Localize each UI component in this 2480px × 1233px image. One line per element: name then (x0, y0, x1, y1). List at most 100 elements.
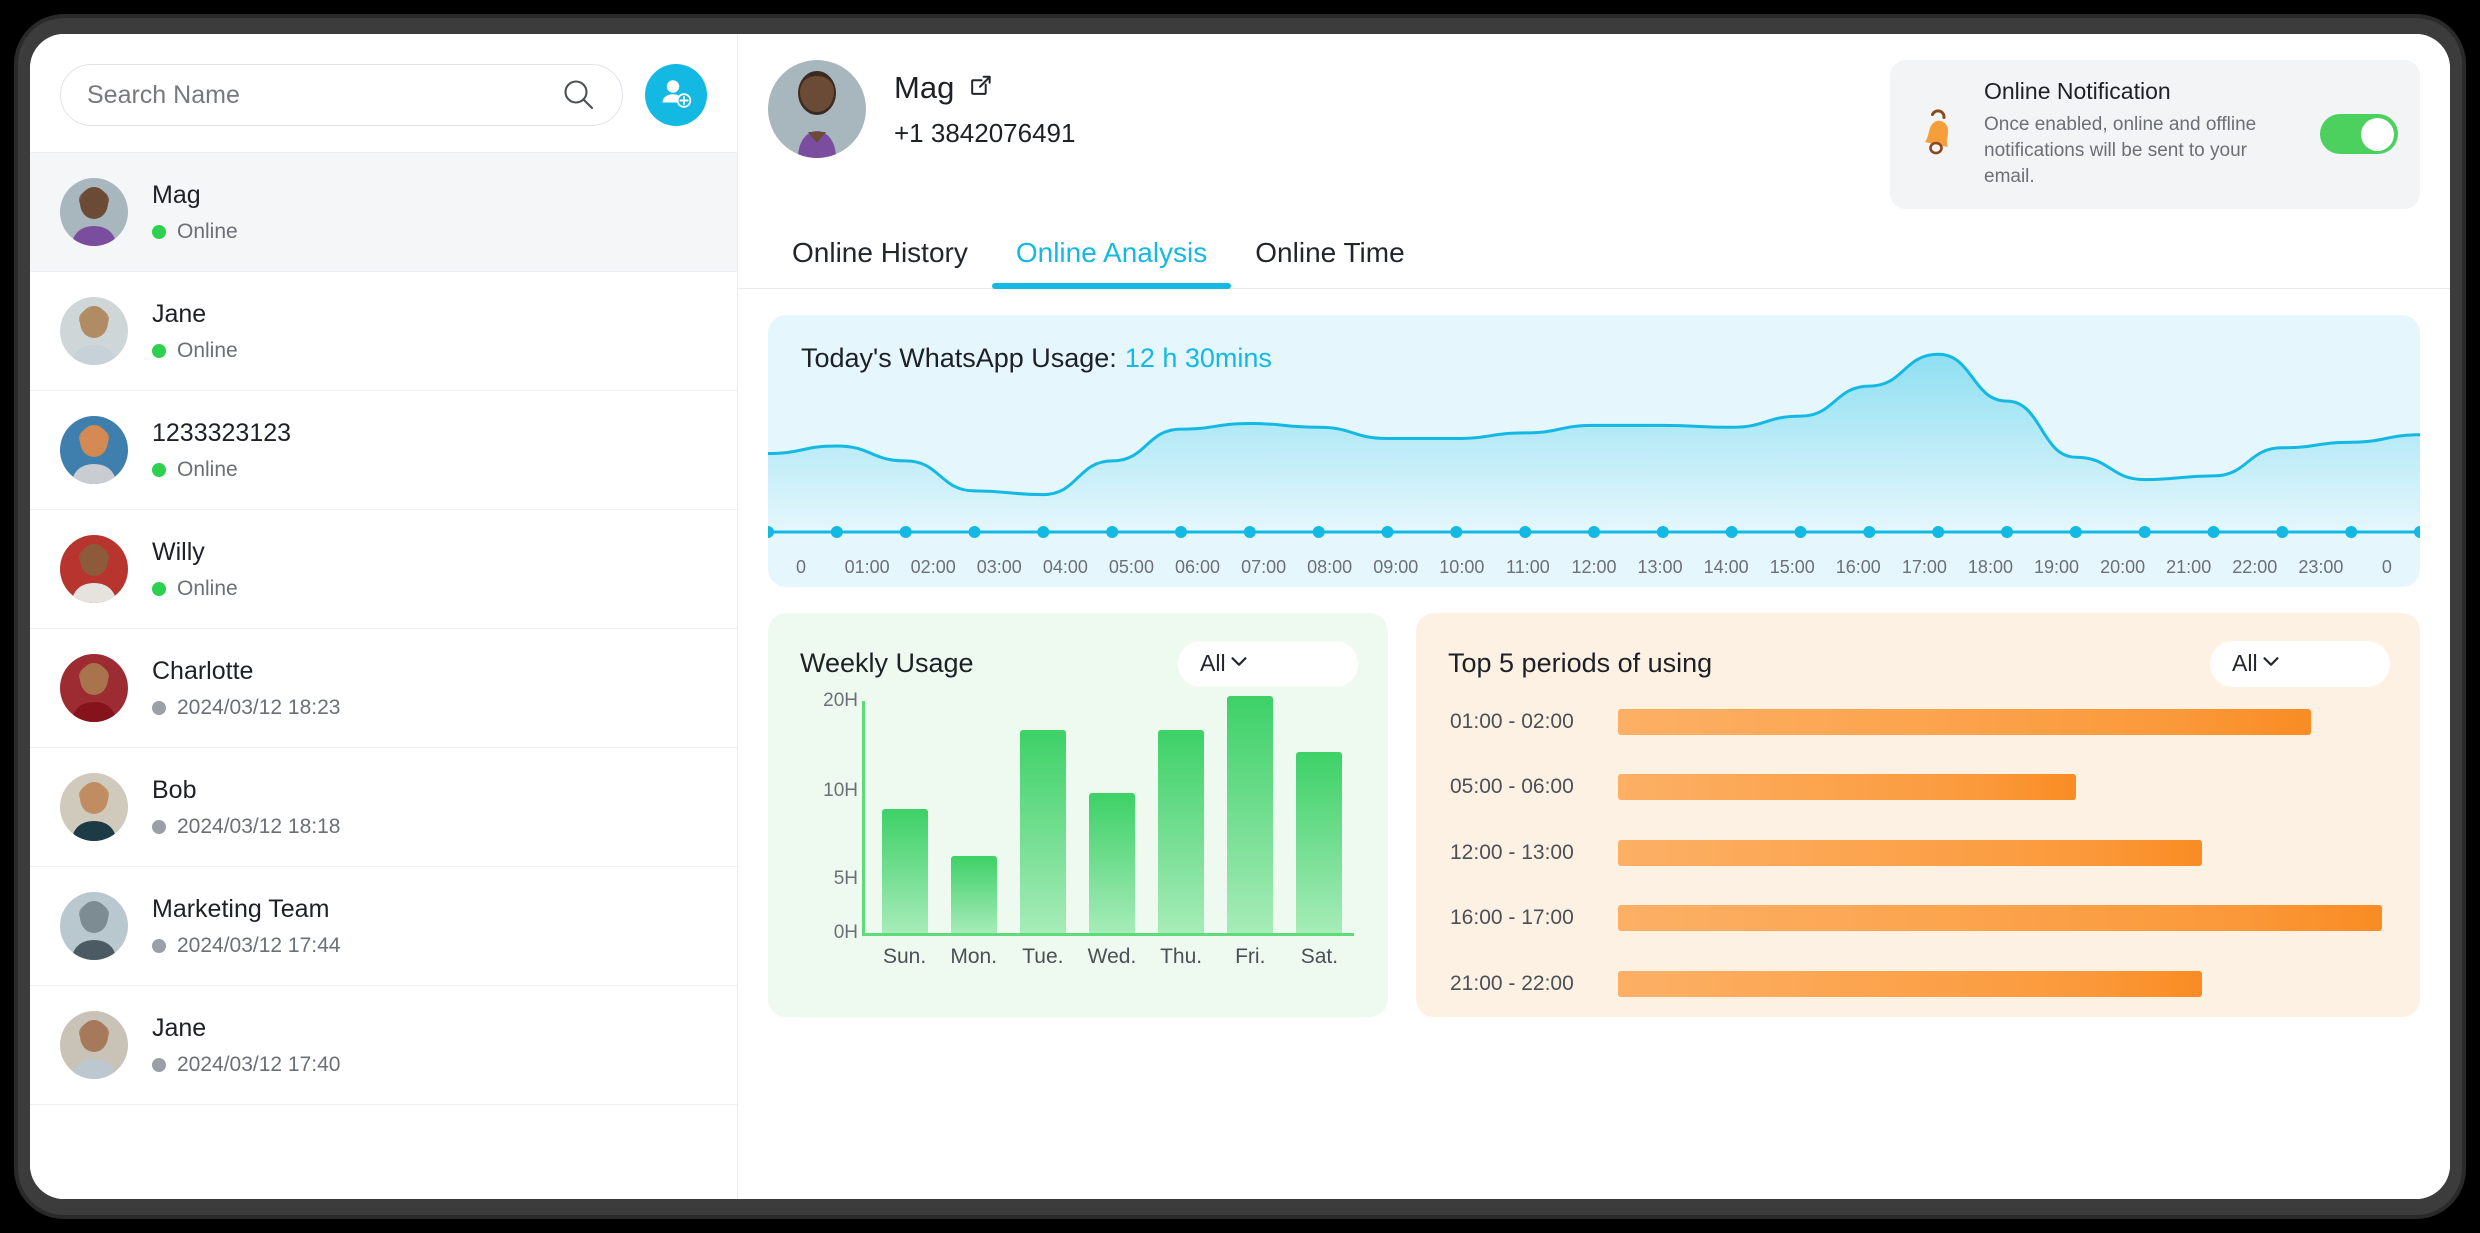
top5-bar (1618, 970, 2203, 997)
area-tick-label: 12:00 (1571, 556, 1617, 577)
weekly-bar-item[interactable] (1150, 729, 1212, 933)
tab-online-time[interactable]: Online Time (1231, 223, 1428, 288)
top5-filter-select[interactable]: All (2210, 640, 2390, 687)
top5-header: Top 5 periods of using All (1416, 613, 2420, 687)
weekly-bar (1296, 751, 1343, 933)
area-tick-label: 05:00 (1108, 556, 1154, 577)
contact-status-text: 2024/03/12 18:18 (177, 814, 341, 838)
contact-list-item[interactable]: Willy Online (30, 510, 737, 629)
area-tick-label: 16:00 (1835, 556, 1881, 577)
avatar (60, 178, 128, 246)
daily-usage-area-chart (768, 352, 2420, 538)
contact-status: Online (152, 458, 291, 482)
analysis-content: Today's WhatsApp Usage: 12 h 30mins 0 01:0… (738, 289, 2450, 1199)
tab-online-analysis[interactable]: Online Analysis (991, 223, 1232, 289)
contact-status: Online (152, 220, 238, 244)
search-input[interactable] (87, 80, 562, 110)
profile-name-row: Mag (894, 70, 1075, 106)
contact-status-text: Online (177, 576, 238, 600)
status-dot-online (152, 224, 166, 239)
area-tick-label: 10:00 (1439, 556, 1485, 577)
weekly-y-tick: 20H (823, 689, 858, 711)
contact-list-item[interactable]: 1233323123 Online (30, 391, 737, 510)
contacts-sidebar: MagOnlineJaneOnline1233323123OnlineWilly… (30, 34, 738, 1199)
top5-row[interactable]: 01:00 - 02:00 (1450, 708, 2382, 735)
top5-bar-track (1618, 970, 2382, 997)
contact-list-item[interactable]: Jane 2024/03/12 17:40 (30, 986, 737, 1105)
weekly-bar (1227, 695, 1274, 933)
contact-name: Jane (152, 299, 207, 328)
profile-name: Mag (894, 69, 955, 105)
status-dot-offline (152, 1057, 166, 1072)
contact-name: Bob (152, 775, 197, 804)
user-plus-icon (657, 75, 695, 116)
contact-info: Charlotte 2024/03/12 18:23 (152, 657, 341, 720)
weekly-bar-item[interactable] (943, 855, 1005, 933)
contact-list-item[interactable]: Bob 2024/03/12 18:18 (30, 748, 737, 867)
weekly-bar-item[interactable] (1219, 695, 1281, 933)
area-tick-label: 15:00 (1769, 556, 1815, 577)
contact-info: Willy Online (152, 538, 238, 601)
weekly-x-tick: Sat. (1300, 944, 1339, 968)
contact-list-item[interactable]: Jane Online (30, 272, 737, 391)
contact-info: Bob 2024/03/12 18:18 (152, 776, 341, 839)
contact-list-item[interactable]: Charlotte 2024/03/12 18:23 (30, 629, 737, 748)
top5-bar-track (1618, 839, 2382, 866)
tab-online-history[interactable]: Online History (768, 223, 992, 288)
contact-list-item[interactable]: Marketing Team 2024/03/12 17:44 (30, 867, 737, 986)
search-box[interactable] (60, 64, 623, 126)
tab-bar[interactable]: Online History Online Analysis Online Time (738, 223, 2450, 289)
contact-info: Mag Online (152, 181, 238, 244)
weekly-y-tick: 5H (833, 867, 858, 889)
notification-toggle[interactable] (2320, 114, 2398, 155)
add-contact-button[interactable] (645, 64, 707, 126)
weekly-bar (1088, 792, 1135, 933)
weekly-bar-item[interactable] (1288, 751, 1350, 933)
avatar (60, 773, 128, 841)
contact-name: Mag (152, 180, 201, 209)
top5-row[interactable]: 05:00 - 06:00 (1450, 774, 2382, 801)
profile-phone: +1 3842076491 (894, 117, 1076, 148)
top5-row[interactable]: 16:00 - 17:00 (1450, 905, 2382, 932)
contact-status-text: 2024/03/12 17:44 (177, 933, 341, 957)
contact-info: Jane 2024/03/12 17:40 (152, 1014, 341, 1077)
weekly-usage-filter-select[interactable]: All (1178, 640, 1358, 687)
top5-filter-value: All (2232, 650, 2258, 677)
area-tick-label: 06:00 (1174, 556, 1221, 577)
area-tick-label: 13:00 (1637, 556, 1683, 577)
weekly-bar-item[interactable] (1012, 729, 1074, 933)
weekly-x-tick: Sun. (882, 944, 927, 968)
avatar (60, 535, 128, 603)
top5-bar-track (1618, 905, 2382, 932)
top5-bar-list: 01:00 - 02:00 05:00 - 06:00 12:00 - 13:00 1… (1450, 708, 2382, 997)
weekly-y-axis: 20H 10H 5H 0H (800, 690, 858, 943)
weekly-x-tick: Wed. (1087, 944, 1137, 968)
area-tick-label: 21:00 (2166, 556, 2212, 577)
weekly-x-axis-labels: Sun. Mon. Tue. Wed. Thu. Fri. Sat. (870, 945, 1354, 969)
app-screen: MagOnlineJaneOnline1233323123OnlineWilly… (30, 34, 2450, 1199)
weekly-x-tick: Thu. (1160, 944, 1203, 968)
top5-row[interactable]: 21:00 - 22:00 (1450, 970, 2382, 997)
area-tick-label: 0 (2381, 556, 2392, 577)
contact-name: Willy (152, 537, 205, 566)
contact-status-text: Online (177, 338, 238, 362)
top5-period-label: 16:00 - 17:00 (1450, 906, 1574, 930)
weekly-bar-item[interactable] (874, 808, 936, 933)
status-dot-online (152, 462, 166, 477)
area-tick-label: 14:00 (1703, 556, 1749, 577)
weekly-axis-line (862, 700, 865, 935)
top5-period-label: 01:00 - 02:00 (1450, 709, 1574, 733)
area-tick-label: 09:00 (1373, 556, 1419, 577)
weekly-bars (870, 695, 1354, 933)
notification-description: Once enabled, online and offline notific… (1984, 114, 2257, 188)
top5-row[interactable]: 12:00 - 13:00 (1450, 839, 2382, 866)
main-panel: Mag +1 3842076491 Online Notification On… (738, 34, 2450, 1199)
contact-list[interactable]: Mag Online Jane Online 1233323123 Online Willy… (30, 152, 737, 1199)
search-icon[interactable] (562, 78, 596, 112)
contact-list-item[interactable]: Mag Online (30, 153, 737, 272)
weekly-bar-item[interactable] (1081, 792, 1143, 933)
contact-info: Jane Online (152, 300, 238, 363)
edit-icon[interactable] (968, 70, 993, 106)
profile-avatar (768, 60, 866, 158)
profile-header: Mag +1 3842076491 Online Notification On… (738, 34, 2450, 209)
